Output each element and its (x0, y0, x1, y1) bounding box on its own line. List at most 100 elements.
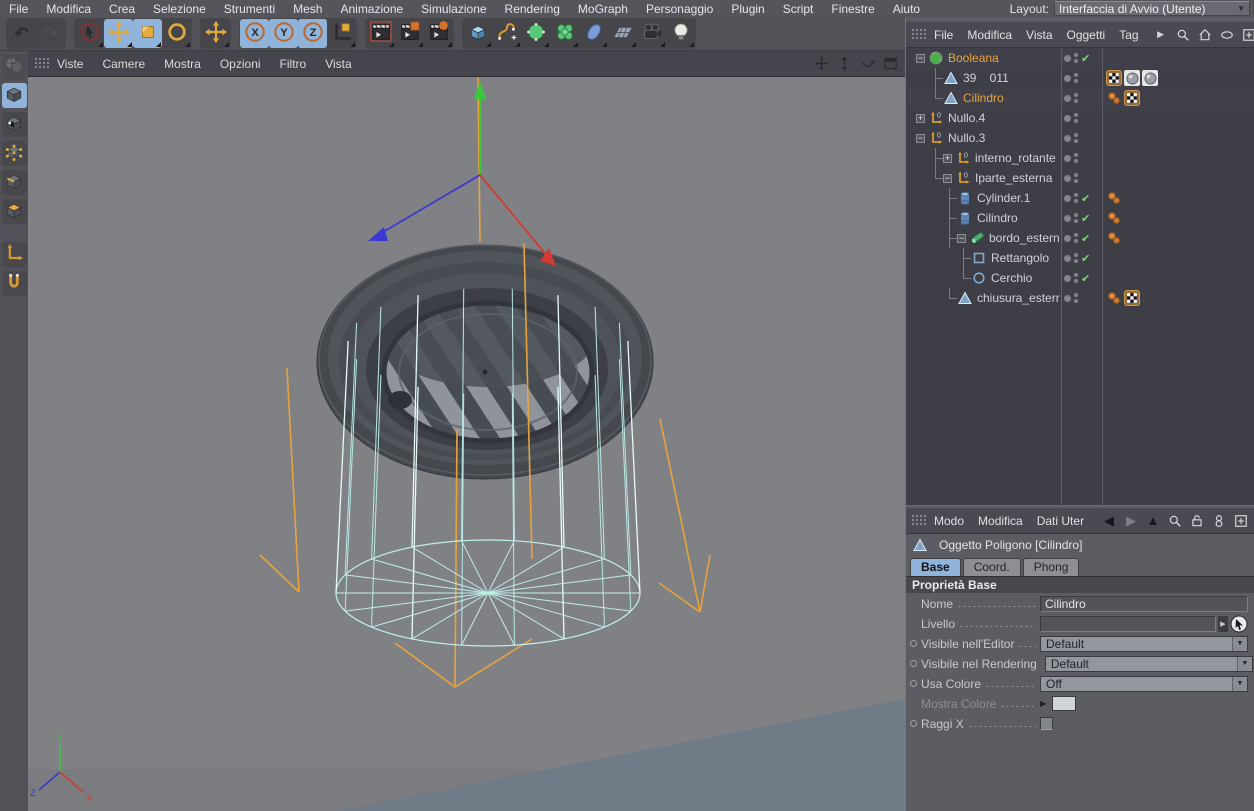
usa-colore-dropdown[interactable]: Off ▼ (1040, 676, 1248, 692)
viewport-menu-filtro[interactable]: Filtro (280, 57, 319, 71)
visibility-dots[interactable]: ✔ (1060, 268, 1101, 288)
drag-handle-icon[interactable] (911, 28, 926, 41)
material-tag[interactable] (1124, 70, 1140, 86)
object-row[interactable]: − 0Nullo.3 (906, 128, 1254, 148)
zoom-view-icon[interactable] (836, 55, 853, 72)
collapse-toggle[interactable]: − (943, 174, 952, 183)
object-row[interactable]: + 0interno_rotante (906, 148, 1254, 168)
object-row[interactable]: − 0Iparte_esterna (906, 168, 1254, 188)
enable-check-icon[interactable]: ✔ (1081, 252, 1093, 265)
am-menu-modifica[interactable]: Modifica (978, 514, 1023, 528)
phong-tag[interactable] (1106, 190, 1122, 206)
visibile-nel-rendering-dropdown[interactable]: Default ▼ (1045, 656, 1253, 672)
make-editable-button[interactable] (2, 54, 27, 79)
expand-toggle[interactable]: + (943, 154, 952, 163)
enable-check-icon[interactable]: ✔ (1081, 212, 1093, 225)
object-row[interactable]: Cilindro (906, 88, 1254, 108)
object-row[interactable]: − Booleana ✔ (906, 48, 1254, 68)
point-mode-button[interactable] (2, 141, 27, 166)
viewport-menu-vista[interactable]: Vista (325, 57, 363, 71)
axis-mode-button[interactable] (2, 242, 27, 267)
uvw-tag[interactable] (1124, 290, 1140, 306)
tab-phong[interactable]: Phong (1023, 558, 1080, 576)
pick-object-icon[interactable] (1230, 615, 1248, 633)
nome-input[interactable]: Cilindro (1040, 596, 1248, 612)
model-mode-button[interactable] (2, 83, 27, 108)
om-menu-vista[interactable]: Vista (1026, 28, 1052, 42)
lock-icon[interactable] (1189, 513, 1205, 529)
visibility-dots[interactable] (1060, 88, 1101, 108)
drag-handle-icon[interactable] (911, 514, 926, 527)
phong-tag[interactable] (1106, 90, 1122, 106)
coordinate-system-button[interactable] (327, 19, 356, 48)
last-tool-button[interactable] (201, 19, 230, 48)
menu-selezione[interactable]: Selezione (144, 1, 215, 17)
add-camera-button[interactable] (637, 19, 666, 48)
add-cube-button[interactable] (463, 19, 492, 48)
edge-mode-button[interactable] (2, 170, 27, 195)
tab-base[interactable]: Base (910, 558, 961, 576)
lock-z-button[interactable]: Z (298, 19, 327, 48)
menu-animazione[interactable]: Animazione (331, 1, 412, 17)
lock-y-button[interactable]: Y (269, 19, 298, 48)
uvw-tag[interactable] (1124, 90, 1140, 106)
menu-file[interactable]: File (0, 1, 37, 17)
menu-mograph[interactable]: MoGraph (569, 1, 637, 17)
visibility-dots[interactable] (1060, 68, 1101, 88)
texture-mode-button[interactable] (2, 112, 27, 137)
am-menu-dati-uter[interactable]: Dati Uter (1037, 514, 1084, 528)
visibility-dots[interactable] (1060, 108, 1101, 128)
om-menu-tag[interactable]: Tag (1119, 28, 1138, 42)
search-icon[interactable] (1175, 27, 1191, 43)
raggi-x-checkbox[interactable] (1040, 717, 1053, 730)
om-menu-oggetti[interactable]: Oggetti (1067, 28, 1106, 42)
menu-personaggio[interactable]: Personaggio (637, 1, 722, 17)
menu-mesh[interactable]: Mesh (284, 1, 331, 17)
phong-tag[interactable] (1106, 230, 1122, 246)
object-row[interactable]: Rettangolo ✔ (906, 248, 1254, 268)
material-tag[interactable] (1142, 70, 1158, 86)
add-generator-button[interactable] (521, 19, 550, 48)
visibility-dots[interactable]: ✔ (1060, 248, 1101, 268)
rotate-view-icon[interactable] (859, 55, 876, 72)
object-row[interactable]: Cylinder.1 ✔ (906, 188, 1254, 208)
enable-check-icon[interactable]: ✔ (1081, 232, 1093, 245)
render-view-button[interactable] (366, 19, 395, 48)
om-menu-file[interactable]: File (934, 28, 953, 42)
move-button[interactable] (104, 19, 133, 48)
collapse-toggle[interactable]: − (957, 234, 966, 243)
object-row[interactable]: 39 011 (906, 68, 1254, 88)
animation-dot-icon[interactable] (910, 680, 917, 687)
collapse-toggle[interactable]: − (916, 134, 925, 143)
animation-dot-icon[interactable] (910, 660, 917, 667)
menu-script[interactable]: Script (774, 1, 823, 17)
menu-rendering[interactable]: Rendering (496, 1, 569, 17)
search-icon[interactable] (1167, 513, 1183, 529)
back-icon[interactable]: ◀ (1101, 513, 1117, 529)
pan-view-icon[interactable] (813, 55, 830, 72)
menu-finestre[interactable]: Finestre (822, 1, 883, 17)
menu-aiuto[interactable]: Aiuto (884, 1, 929, 17)
enable-check-icon[interactable]: ✔ (1081, 272, 1093, 285)
enable-check-icon[interactable]: ✔ (1081, 192, 1093, 205)
add-panel-icon[interactable] (1241, 27, 1254, 43)
viewport-menu-camere[interactable]: Camere (102, 57, 157, 71)
object-row[interactable]: Cilindro ✔ (906, 208, 1254, 228)
viewport-menu-viste[interactable]: Viste (57, 57, 95, 71)
object-row[interactable]: − bordo_esterno ✔ (906, 228, 1254, 248)
drag-handle-icon[interactable] (34, 57, 49, 70)
color-swatch[interactable] (1052, 696, 1076, 711)
object-row[interactable]: + 0Nullo.4 (906, 108, 1254, 128)
level-flyout-button[interactable]: ▶ (1218, 616, 1228, 632)
visibility-dots[interactable]: ✔ (1060, 208, 1101, 228)
animation-dot-icon[interactable] (910, 640, 917, 647)
visibility-dots[interactable] (1060, 168, 1101, 188)
tab-coord-[interactable]: Coord. (963, 558, 1021, 576)
forward-icon[interactable]: ▶ (1123, 513, 1139, 529)
rotate-button[interactable] (162, 19, 191, 48)
render-settings-button[interactable] (424, 19, 453, 48)
visibility-dots[interactable]: ✔ (1060, 48, 1101, 68)
object-row[interactable]: chiusura_esterna (906, 288, 1254, 308)
visibile-nell-editor-dropdown[interactable]: Default ▼ (1040, 636, 1248, 652)
history-icon[interactable] (1211, 513, 1227, 529)
